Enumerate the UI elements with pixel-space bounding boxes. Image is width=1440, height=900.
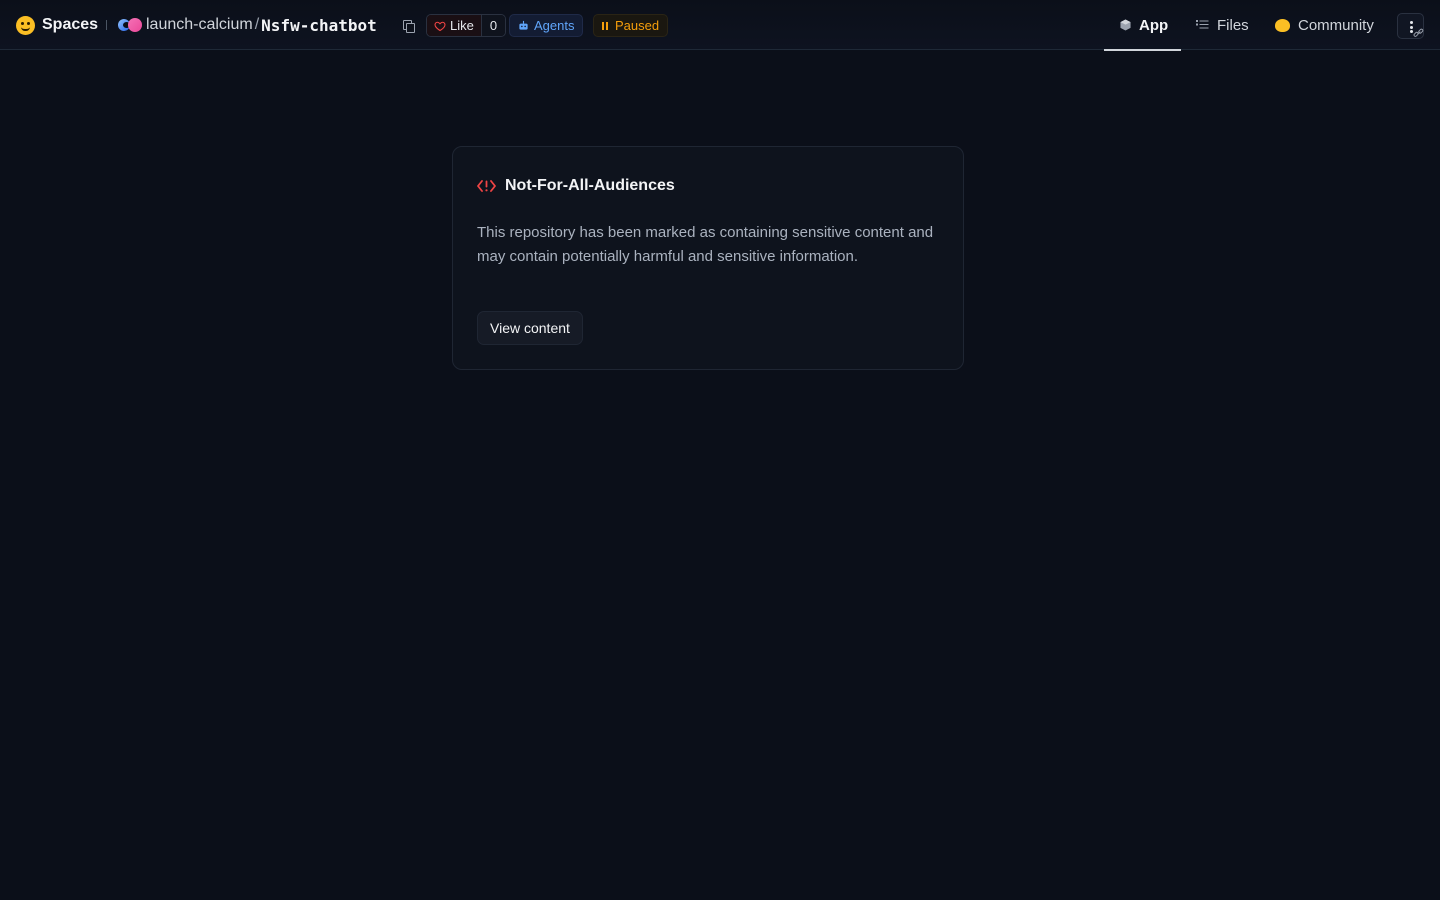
repo-breadcrumb: launch-calcium / Nsfw-chatbot [146, 14, 377, 36]
hugging-face-logo-icon [16, 15, 35, 35]
spaces-brand-link[interactable]: Spaces [16, 14, 98, 36]
like-control: Like 0 [426, 14, 507, 37]
like-button[interactable]: Like [427, 15, 482, 36]
like-label: Like [450, 18, 474, 33]
status-label: Paused [615, 18, 660, 33]
warning-heading: Not-For-All-Audiences [477, 175, 675, 197]
view-content-button[interactable]: View content [477, 311, 583, 345]
status-badge[interactable]: Paused [593, 14, 669, 37]
agents-label: Agents [534, 18, 575, 33]
community-icon [1275, 18, 1290, 32]
agents-badge[interactable]: Agents [509, 14, 584, 37]
brand-label: Spaces [42, 16, 99, 33]
owner-avatar-icon[interactable] [118, 18, 144, 32]
pause-icon [602, 21, 609, 30]
tab-community[interactable]: Community [1275, 0, 1374, 50]
more-options-icon [1410, 21, 1413, 24]
code-warning-icon [477, 180, 496, 192]
nsfw-warning-card: Not-For-All-Audiences This repository ha… [452, 146, 964, 370]
link-icon [1413, 28, 1424, 37]
repo-name-link[interactable]: Nsfw-chatbot [261, 16, 377, 35]
path-separator: / [254, 16, 260, 33]
cube-icon [1120, 19, 1131, 31]
owner-link[interactable]: launch-calcium [146, 16, 253, 34]
warning-description: This repository has been marked as conta… [477, 224, 934, 265]
files-icon [1196, 20, 1209, 29]
tab-files[interactable]: Files [1196, 0, 1249, 50]
like-count[interactable]: 0 [481, 15, 506, 36]
copy-icon[interactable] [403, 20, 415, 33]
heart-icon [434, 21, 446, 31]
header-divider [106, 20, 107, 30]
tab-app-label: App [1139, 16, 1169, 34]
warning-title: Not-For-All-Audiences [505, 177, 675, 194]
top-header: Spaces launch-calcium / Nsfw-chatbot Lik… [0, 0, 1440, 51]
tab-community-label: Community [1298, 16, 1374, 34]
tab-files-label: Files [1217, 16, 1249, 34]
robot-icon [519, 20, 528, 30]
tab-app[interactable]: App [1104, 0, 1181, 51]
